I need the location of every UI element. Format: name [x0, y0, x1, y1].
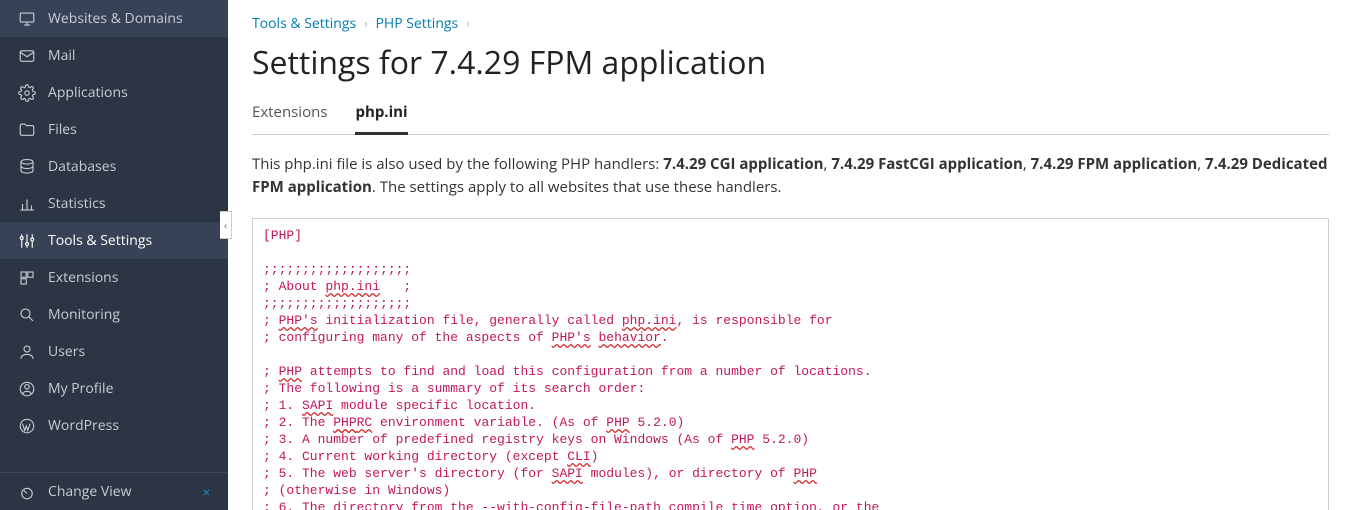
sidebar-footer: Change View × — [0, 472, 228, 510]
sidebar-item-extensions[interactable]: Extensions — [0, 259, 228, 296]
sidebar-item-mail[interactable]: Mail — [0, 37, 228, 74]
monitor-icon — [18, 10, 36, 28]
sidebar-item-label: Mail — [48, 46, 75, 65]
breadcrumb-link-php-settings[interactable]: PHP Settings — [375, 14, 458, 33]
sidebar-item-label: Users — [48, 342, 85, 361]
sidebar-collapse-toggle[interactable]: ‹ — [220, 211, 232, 239]
sidebar-item-wordpress[interactable]: WordPress — [0, 407, 228, 444]
sidebar-item-label: Change View — [48, 482, 131, 501]
mail-icon — [18, 47, 36, 65]
user-icon — [18, 343, 36, 361]
sidebar-item-label: Databases — [48, 157, 116, 176]
tabs: Extensions php.ini — [252, 102, 1329, 135]
sidebar: Websites & Domains Mail Applications Fil… — [0, 0, 228, 510]
sidebar-item-files[interactable]: Files — [0, 111, 228, 148]
description-text: This php.ini file is also used by the fo… — [252, 153, 1329, 198]
sidebar-main: Websites & Domains Mail Applications Fil… — [0, 0, 228, 472]
sidebar-item-label: Extensions — [48, 268, 118, 287]
bar-chart-icon — [18, 195, 36, 213]
sidebar-item-label: Applications — [48, 83, 128, 102]
puzzle-icon — [18, 269, 36, 287]
sidebar-item-monitoring[interactable]: Monitoring — [0, 296, 228, 333]
chevron-right-icon: › — [364, 16, 367, 31]
database-icon — [18, 158, 36, 176]
sidebar-item-statistics[interactable]: Statistics — [0, 185, 228, 222]
chevron-right-icon: › — [466, 16, 469, 31]
sidebar-item-label: WordPress — [48, 416, 119, 435]
sliders-icon — [18, 232, 36, 250]
sidebar-item-change-view[interactable]: Change View × — [0, 473, 228, 510]
breadcrumb-link-tools-settings[interactable]: Tools & Settings — [252, 14, 356, 33]
sidebar-item-users[interactable]: Users — [0, 333, 228, 370]
sidebar-item-label: Statistics — [48, 194, 106, 213]
sidebar-item-label: Tools & Settings — [48, 231, 152, 250]
profile-icon — [18, 380, 36, 398]
close-icon[interactable]: × — [203, 483, 210, 501]
sidebar-item-label: Files — [48, 120, 77, 139]
sidebar-item-tools-settings[interactable]: Tools & Settings — [0, 222, 228, 259]
page-title: Settings for 7.4.29 FPM application — [252, 41, 1329, 84]
sidebar-item-label: Monitoring — [48, 305, 120, 324]
tab-extensions[interactable]: Extensions — [252, 102, 327, 135]
breadcrumb: Tools & Settings › PHP Settings › — [252, 0, 1329, 41]
sidebar-item-label: My Profile — [48, 379, 113, 398]
tab-php-ini[interactable]: php.ini — [355, 102, 407, 135]
dial-icon — [18, 483, 36, 501]
folder-icon — [18, 121, 36, 139]
sidebar-item-applications[interactable]: Applications — [0, 74, 228, 111]
php-ini-editor[interactable]: [PHP] ;;;;;;;;;;;;;;;;;;; ; About php.in… — [252, 218, 1329, 510]
sidebar-item-websites-domains[interactable]: Websites & Domains — [0, 0, 228, 37]
main-panel: Tools & Settings › PHP Settings › Settin… — [228, 0, 1353, 510]
magnifier-icon — [18, 306, 36, 324]
wordpress-icon — [18, 417, 36, 435]
sidebar-item-label: Websites & Domains — [48, 9, 183, 28]
gear-icon — [18, 84, 36, 102]
sidebar-item-my-profile[interactable]: My Profile — [0, 370, 228, 407]
sidebar-item-databases[interactable]: Databases — [0, 148, 228, 185]
